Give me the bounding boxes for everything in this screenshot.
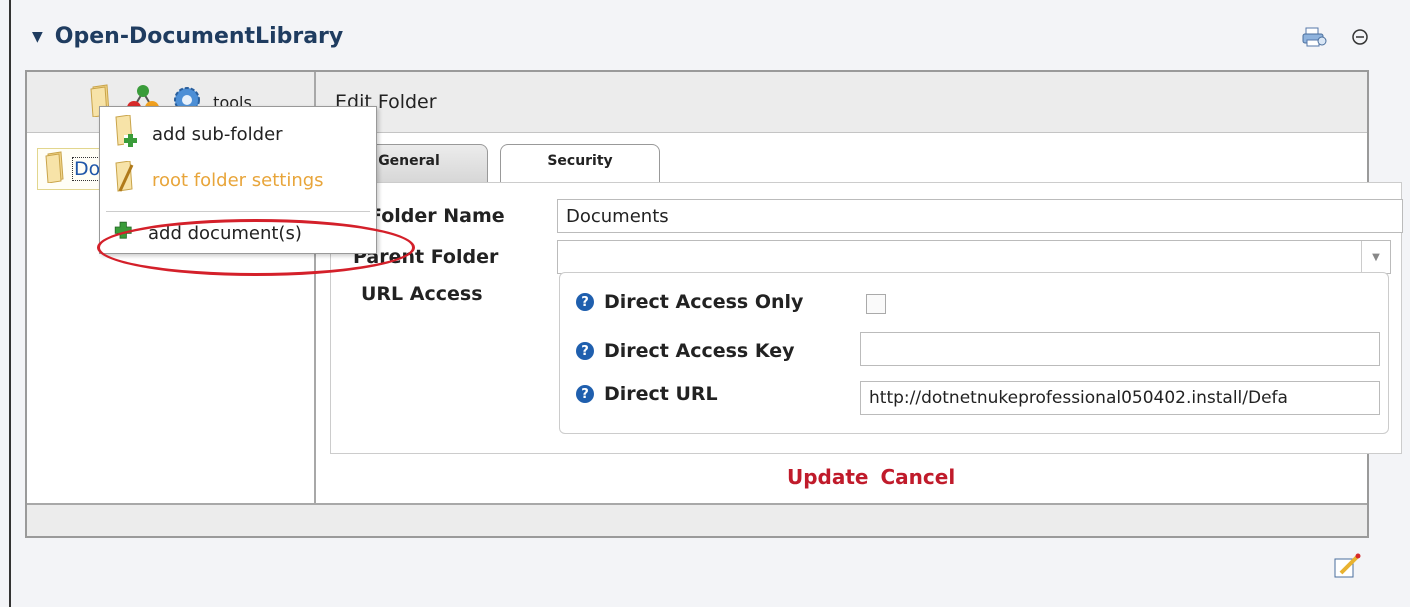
direct-url-label: Direct URL xyxy=(604,383,718,405)
direct-access-key-label: Direct Access Key xyxy=(604,340,795,362)
general-tab-panel: Folder Name Parent Folder ▼ URL Access ?… xyxy=(330,182,1403,489)
menu-divider xyxy=(106,211,370,212)
url-access-label: URL Access xyxy=(361,283,483,305)
menu-item-root-folder-settings[interactable]: root folder settings xyxy=(112,160,324,200)
help-icon[interactable]: ? xyxy=(576,342,594,360)
direct-access-key-row: ? Direct Access Key xyxy=(576,340,795,362)
minimize-icon[interactable] xyxy=(1351,28,1369,50)
print-icon[interactable] xyxy=(1301,26,1327,52)
folder-name-label: Folder Name xyxy=(369,205,505,227)
folder-name-input[interactable] xyxy=(557,199,1403,233)
triangle-down-icon[interactable]: ▼ xyxy=(32,29,43,45)
menu-item-add-sub-folder[interactable]: add sub-folder xyxy=(112,114,283,154)
edit-pencil-icon[interactable] xyxy=(1333,553,1361,583)
folder-add-icon xyxy=(112,114,140,154)
parent-folder-select[interactable]: ▼ xyxy=(557,240,1391,274)
form-actions: Update Cancel xyxy=(787,465,955,489)
update-link[interactable]: Update xyxy=(787,465,869,489)
url-access-group: ? Direct Access Only ? Direct Access Key… xyxy=(559,272,1389,434)
direct-access-only-label: Direct Access Only xyxy=(604,291,804,313)
folder-icon xyxy=(44,151,68,187)
direct-url-row: ? Direct URL xyxy=(576,383,718,405)
tab-bar: General Security xyxy=(330,144,660,184)
direct-access-only-checkbox[interactable] xyxy=(866,294,886,314)
chevron-down-icon[interactable]: ▼ xyxy=(1361,241,1390,273)
module-container: ▼ Open-DocumentLibrary tools Edit Folder… xyxy=(9,0,1409,607)
cancel-link[interactable]: Cancel xyxy=(881,465,956,489)
folder-settings-icon xyxy=(112,160,140,200)
direct-access-key-input[interactable] xyxy=(860,332,1380,366)
edit-folder-panel: General Security Folder Name Parent Fold… xyxy=(316,132,1403,507)
direct-access-only-row: ? Direct Access Only xyxy=(576,291,803,313)
footer-bar xyxy=(27,503,1367,536)
tab-security[interactable]: Security xyxy=(500,144,660,184)
help-icon[interactable]: ? xyxy=(576,385,594,403)
module-title-text: Open-DocumentLibrary xyxy=(54,24,344,49)
annotation-highlight-oval xyxy=(97,219,415,276)
module-title: ▼ Open-DocumentLibrary xyxy=(32,24,343,49)
menu-item-label: add sub-folder xyxy=(152,124,283,145)
help-icon[interactable]: ? xyxy=(576,293,594,311)
module-actions xyxy=(1301,26,1369,52)
menu-item-label: root folder settings xyxy=(152,170,324,191)
direct-url-input[interactable] xyxy=(860,381,1380,415)
